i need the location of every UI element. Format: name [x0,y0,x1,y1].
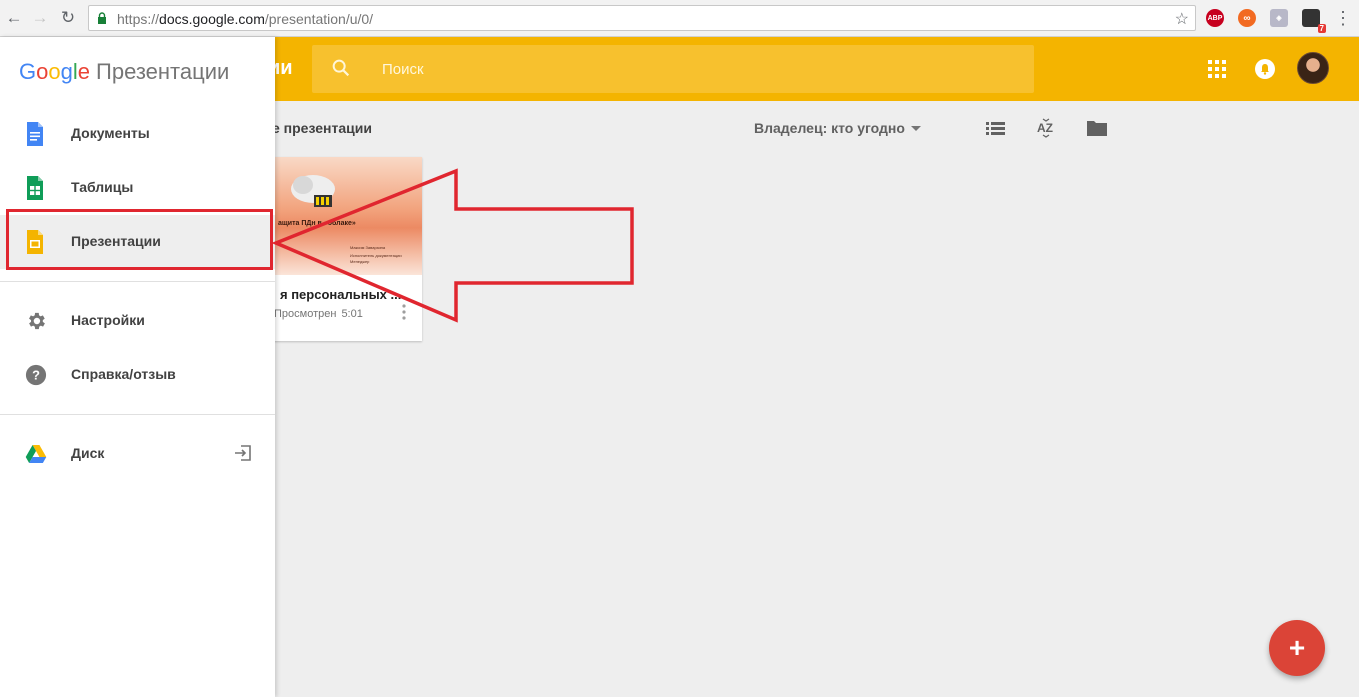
help-icon: ? [25,364,47,386]
url-text: https://docs.google.com/presentation/u/0… [117,11,374,27]
avatar[interactable] [1297,52,1329,84]
drawer-item-docs[interactable]: Документы [0,107,275,161]
forward-arrow-icon[interactable]: → [30,8,50,28]
adblock-icon[interactable]: ABP [1206,9,1224,27]
owner-filter-label: Владелец: кто угодно [754,120,905,136]
bookmark-star-icon[interactable]: ☆ [1175,9,1189,29]
sheets-icon [27,176,43,200]
create-new-button[interactable]: + [1269,620,1325,676]
extension-badge: 7 [1317,24,1326,33]
search-input[interactable] [382,45,982,93]
drawer-item-label: Справка/отзыв [71,366,176,382]
drawer-item-label: Документы [71,125,150,141]
navigation-drawer: GoogleПрезентации Документы Таблицы Пре [0,37,275,697]
drawer-item-help[interactable]: ? Справка/отзыв [0,348,275,402]
svg-text:AZ: AZ [1037,121,1053,135]
open-in-new-icon[interactable] [233,443,253,463]
address-bar[interactable]: https://docs.google.com/presentation/u/0… [88,5,1196,31]
plus-icon: + [1288,632,1306,663]
notifications-bell-icon[interactable] [1255,59,1275,79]
annotation-highlight-box [6,209,273,270]
sort-az-icon[interactable]: AZ [1035,118,1057,138]
svg-text:?: ? [32,368,40,383]
reload-icon[interactable]: ↻ [58,8,78,28]
brand-logo: Google Презентации [19,59,230,84]
list-view-icon[interactable] [985,118,1007,138]
annotation-arrow-icon [271,168,634,323]
search-icon [332,59,350,77]
drawer-item-settings[interactable]: Настройки [0,294,275,348]
bookmark-extension-icon[interactable]: ◈ [1270,9,1288,27]
notification-extension-icon[interactable]: 7 [1302,9,1326,33]
back-arrow-icon[interactable]: ← [4,8,24,28]
drawer-item-label: Таблицы [71,179,134,195]
folder-icon[interactable] [1086,118,1108,138]
drawer-item-drive[interactable]: Диск [0,427,275,481]
product-name: Презентации [96,59,230,84]
search-box[interactable] [312,45,1034,93]
divider [0,281,275,282]
drawer-item-sheets[interactable]: Таблицы [0,161,275,215]
browser-toolbar: ← → ↻ https://docs.google.com/presentati… [0,0,1359,37]
gear-icon [29,312,45,330]
section-title: е презентации [272,120,372,136]
drawer-item-label: Настройки [71,312,145,328]
divider [0,414,275,415]
docs-icon [27,122,43,146]
caret-down-icon [910,125,921,131]
drawer-item-label: Диск [71,445,105,461]
infinity-extension-icon[interactable]: ∞ [1238,9,1256,27]
bell-icon [1261,64,1269,75]
lock-icon [98,12,106,24]
drive-icon [25,445,47,463]
apps-grid-icon[interactable] [1208,60,1226,78]
owner-filter-dropdown[interactable]: Владелец: кто угодно [754,120,921,136]
chrome-menu-icon[interactable]: ⋮ [1333,8,1353,28]
